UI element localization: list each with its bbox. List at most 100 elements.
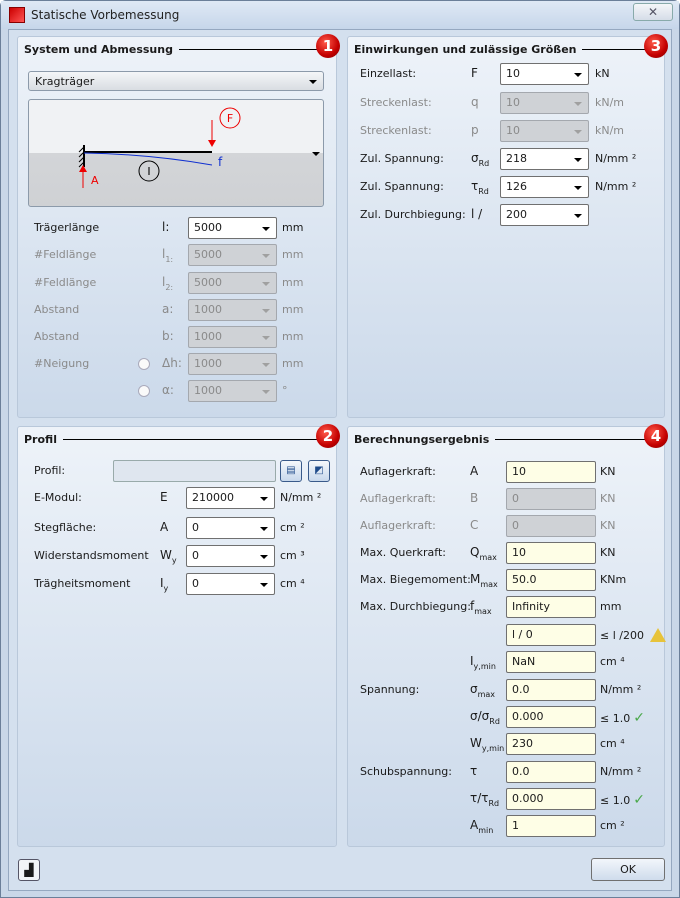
field-symbol: σRd <box>471 151 489 168</box>
field-label: Abstand <box>34 330 80 343</box>
symbol-text: l: <box>162 220 170 234</box>
field-row: Streckenlast: p 10 kN/m <box>348 120 664 142</box>
result-field[interactable]: 1 <box>506 815 596 837</box>
profile-field[interactable] <box>113 460 276 482</box>
field-label: Auflagerkraft: <box>360 519 436 532</box>
unit-label: mm <box>282 221 303 234</box>
result-field[interactable]: NaN <box>506 651 596 673</box>
field-row: Wy,min 230 cm ⁴ <box>348 733 664 755</box>
symbol-text: q <box>471 95 479 109</box>
field-label: E-Modul: <box>34 491 82 504</box>
symbol-text: σ <box>471 151 479 165</box>
field-row: l / 0 ≤ l /200 <box>348 624 666 646</box>
result-field[interactable]: l / 0 <box>506 624 596 646</box>
unit-text: KNm <box>600 573 627 586</box>
unit-text: cm ⁴ <box>280 577 305 590</box>
symbol-subscript: y <box>171 556 177 565</box>
value-combobox[interactable]: 0 <box>186 517 275 539</box>
panel-title: Profil <box>24 432 57 446</box>
ok-button[interactable]: OK <box>591 858 665 881</box>
unit-label: KN <box>600 546 615 559</box>
field-row: Trägheitsmoment Iy 0 cm ⁴ <box>18 573 336 595</box>
field-symbol: τRd <box>471 179 489 196</box>
unit-label: kN/m <box>595 96 624 109</box>
value-combobox[interactable]: 126 <box>500 176 589 198</box>
unit-label: cm ² <box>280 521 305 534</box>
value-combobox[interactable]: 10 <box>500 63 589 85</box>
value-combobox[interactable]: 218 <box>500 148 589 170</box>
field-symbol: α: <box>162 383 174 397</box>
result-field: 0 <box>506 515 596 537</box>
symbol-subscript: max <box>480 580 498 589</box>
unit-label: ≤ l /200 <box>600 628 666 642</box>
result-field[interactable]: 0.0 <box>506 679 596 701</box>
field-label: Max. Durchbiegung: <box>360 600 471 613</box>
diagram-dropdown-icon <box>312 152 320 156</box>
value-combobox[interactable]: 200 <box>500 204 589 226</box>
value-combobox[interactable]: 5000 <box>188 217 277 239</box>
result-field[interactable]: 0.000 <box>506 788 596 810</box>
result-field[interactable]: 10 <box>506 461 596 483</box>
symbol-text: p <box>471 123 479 137</box>
loads-panel: Einwirkungen und zulässige Größen 3 Einz… <box>347 34 668 418</box>
field-label: #Neigung <box>34 357 90 370</box>
unit-text: mm <box>282 357 304 370</box>
field-label: Einzellast: <box>360 67 417 80</box>
symbol-text: A <box>470 464 479 478</box>
option-radio[interactable] <box>138 385 150 397</box>
field-symbol: q <box>471 95 479 109</box>
result-field[interactable]: 230 <box>506 733 596 755</box>
unit-label: cm ⁴ <box>280 577 305 590</box>
results-panel: Berechnungsergebnis 4 Auflagerkraft: A 10 K… <box>347 424 668 847</box>
field-label: Spannung: <box>360 683 420 696</box>
catalog-icon[interactable]: ▤ <box>280 460 302 482</box>
unit-text: KN <box>600 546 616 559</box>
result-field[interactable]: 0.0 <box>506 761 596 783</box>
field-symbol: l2: <box>162 275 173 292</box>
close-button[interactable]: ✕ <box>633 3 673 21</box>
option-radio[interactable] <box>138 358 150 370</box>
unit-label: mm <box>282 303 303 316</box>
field-symbol: fmax <box>470 599 492 616</box>
unit-label: ≤ 1.0 ✓ <box>600 792 645 808</box>
unit-text: cm ⁴ <box>600 655 625 668</box>
field-symbol: l / <box>471 207 482 221</box>
symbol-subscript: max <box>477 690 496 699</box>
field-label: Streckenlast: <box>360 124 432 137</box>
value-combobox[interactable]: 0 <box>186 573 275 595</box>
value-combobox[interactable]: 210000 <box>186 487 275 509</box>
unit-text: ° <box>282 384 288 397</box>
value-combobox: 10 <box>500 120 589 142</box>
field-symbol: Qmax <box>470 545 497 562</box>
unit-text: ≤ 1.0 <box>600 794 631 807</box>
field-symbol: C <box>470 518 478 532</box>
field-symbol: Δh: <box>162 356 182 370</box>
beam-diagram[interactable]: F A f I <box>28 99 324 207</box>
field-row: Zul. Spannung: σRd 218 N/mm ² <box>348 148 664 170</box>
field-row: Max. Querkraft: Qmax 10 KN <box>348 542 664 564</box>
field-label: Max. Querkraft: <box>360 546 446 559</box>
result-field[interactable]: Infinity <box>506 596 596 618</box>
unit-text: kN <box>595 67 610 80</box>
profile-edit-icon[interactable]: ◩ <box>308 460 330 482</box>
unit-label: mm <box>282 276 303 289</box>
value-combobox[interactable]: 0 <box>186 545 275 567</box>
field-symbol: F <box>471 66 478 80</box>
support-label: A <box>91 174 99 187</box>
result-field[interactable]: 10 <box>506 542 596 564</box>
field-symbol: A <box>470 464 478 478</box>
field-label: Max. Biegemoment: <box>360 573 471 586</box>
symbol-text: τ/τ <box>470 791 489 805</box>
report-icon[interactable]: ▟ <box>18 859 40 881</box>
symbol-subscript: Rd <box>478 159 490 168</box>
symbol-text: W <box>470 736 482 750</box>
value-combobox: 10 <box>500 92 589 114</box>
unit-label: cm ⁴ <box>600 655 625 668</box>
unit-text: ≤ 1.0 <box>600 712 631 725</box>
result-field[interactable]: 0.000 <box>506 706 596 728</box>
unit-label: cm ⁴ <box>600 737 625 750</box>
symbol-subscript: 2: <box>165 283 174 292</box>
result-field[interactable]: 50.0 <box>506 569 596 591</box>
system-type-select[interactable]: Kragträger <box>28 71 324 91</box>
system-panel: System und Abmessung 1 Kragträger F A f … <box>17 34 340 418</box>
